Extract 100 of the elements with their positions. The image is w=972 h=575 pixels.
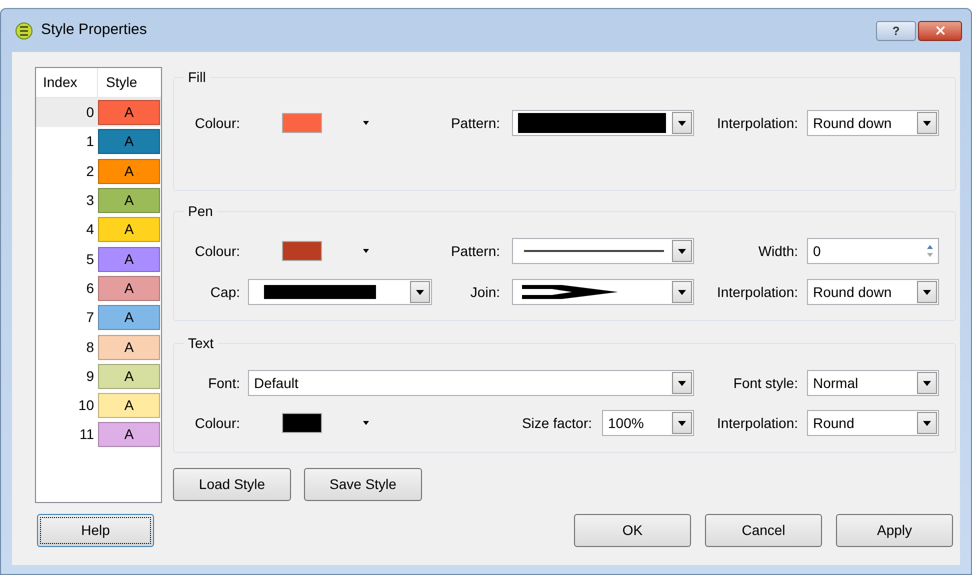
dropdown-arrow-icon[interactable] — [363, 249, 369, 253]
dropdown[interactable]: Round — [807, 410, 939, 436]
style-row[interactable]: 6 A — [36, 274, 161, 304]
style-row[interactable]: 8 A — [36, 332, 161, 362]
field-label: Colour: — [194, 414, 240, 432]
dropdown-button[interactable] — [672, 372, 692, 394]
style-sample: A — [98, 334, 160, 360]
dropdown-arrow-icon — [678, 120, 686, 126]
field-label: Interpolation: — [717, 282, 798, 302]
close-button[interactable] — [918, 20, 962, 40]
index-cell-text: 1 — [86, 132, 94, 152]
spinner-value: 0 — [812, 242, 822, 260]
dropdown-button[interactable] — [917, 112, 937, 134]
dropdown[interactable]: 100% — [602, 410, 694, 436]
dropdown-arrow-icon — [678, 380, 686, 386]
style-row[interactable]: 11 A — [36, 420, 161, 450]
dropdown[interactable]: Round down — [807, 279, 939, 305]
dropdown-arrow-icon — [678, 420, 686, 426]
help-title-button[interactable]: ? — [876, 20, 916, 40]
style-sample: A — [98, 158, 160, 184]
dialog-button[interactable]: Help — [37, 514, 154, 547]
field-label: Font: — [208, 374, 240, 392]
width-spinner[interactable]: 0 — [807, 238, 939, 264]
dropdown-value: Round down — [813, 282, 892, 302]
style-row[interactable]: 10 A — [36, 390, 161, 420]
field-label: Pattern: — [450, 114, 500, 132]
index-cell-text: 6 — [86, 278, 94, 298]
dropdown-arrow-icon — [923, 120, 931, 126]
dropdown-value: 100% — [608, 414, 644, 432]
style-sample: A — [98, 393, 160, 418]
style-sample: A — [98, 276, 160, 301]
dropdown-button[interactable] — [672, 281, 692, 303]
style-row[interactable]: 4 A — [36, 215, 161, 244]
field-label: Width: — [758, 242, 798, 260]
close-icon — [934, 24, 946, 37]
field-label: Interpolation: — [717, 414, 798, 433]
field-label: Font style: — [733, 374, 798, 393]
style-sample: A — [98, 246, 160, 272]
style-row[interactable]: 7 A — [36, 303, 161, 332]
style-row[interactable]: 9 A — [36, 362, 161, 391]
style-sample: A — [98, 364, 160, 389]
index-cell-text: 7 — [86, 308, 94, 328]
column-header[interactable]: Style — [98, 68, 161, 97]
index-cell-text: 4 — [86, 220, 94, 240]
style-row[interactable]: 0 A — [36, 98, 161, 128]
dropdown[interactable]: Round down — [807, 110, 939, 136]
dropdown-arrow-icon — [678, 290, 686, 294]
style-row[interactable]: 2 A — [36, 156, 161, 186]
index-cell-text: 10 — [78, 396, 94, 416]
dropdown-value: Round — [813, 414, 854, 432]
colour-swatch[interactable] — [282, 241, 322, 261]
dropdown-button[interactable] — [410, 281, 430, 303]
field-label: Colour: — [194, 114, 240, 132]
field-label: Cap: — [210, 282, 240, 302]
dialog-button[interactable]: Load Style — [173, 468, 291, 501]
dropdown-button[interactable] — [672, 240, 692, 262]
dropdown-arrow-icon — [678, 248, 686, 254]
dropdown-arrow-icon[interactable] — [363, 421, 369, 425]
field-label: Colour: — [194, 242, 240, 260]
dropdown[interactable] — [248, 279, 432, 305]
style-sample: A — [98, 217, 160, 242]
dropdown-value: Round down — [813, 114, 892, 132]
dropdown-value: Normal — [813, 374, 858, 392]
dialog-button[interactable]: Cancel — [705, 514, 822, 547]
index-cell-text: 9 — [86, 366, 94, 386]
field-label: Size factor: — [522, 414, 592, 432]
style-sample: A — [98, 100, 160, 126]
dropdown-arrow-icon — [416, 290, 424, 294]
dialog-button[interactable]: OK — [574, 514, 691, 547]
style-sample: A — [98, 305, 160, 330]
colour-swatch[interactable] — [282, 413, 322, 433]
dialog-button[interactable]: Save Style — [304, 468, 422, 501]
field-label: Interpolation: — [717, 114, 798, 133]
dropdown[interactable] — [512, 279, 694, 305]
field-label: Join: — [470, 282, 500, 302]
dropdown-value: Default — [254, 374, 298, 392]
group-title: Text — [188, 335, 214, 351]
dropdown-button[interactable] — [917, 412, 937, 434]
dropdown-button[interactable] — [917, 372, 937, 394]
dialog-button[interactable]: Apply — [836, 514, 953, 547]
app-icon — [15, 22, 33, 40]
dropdown-button[interactable] — [917, 281, 937, 303]
style-row[interactable]: 1 A — [36, 127, 161, 157]
dropdown[interactable] — [512, 110, 694, 136]
dropdown[interactable] — [512, 238, 694, 264]
style-sample: A — [98, 188, 160, 214]
colour-swatch[interactable] — [282, 113, 322, 133]
dropdown-arrow-icon — [923, 420, 931, 426]
dropdown[interactable]: Default — [248, 370, 694, 396]
column-header[interactable]: Index — [36, 68, 98, 97]
style-row[interactable]: 3 A — [36, 186, 161, 216]
dropdown-button[interactable] — [672, 112, 692, 134]
dropdown[interactable]: Normal — [807, 370, 939, 396]
index-cell-text: 8 — [86, 338, 94, 357]
dropdown-arrow-icon[interactable] — [363, 121, 369, 125]
index-cell-text: 5 — [86, 250, 94, 269]
group-title: Pen — [188, 203, 213, 219]
style-row[interactable]: 5 A — [36, 244, 161, 274]
dropdown-arrow-icon — [923, 290, 931, 294]
dropdown-button[interactable] — [672, 412, 692, 434]
